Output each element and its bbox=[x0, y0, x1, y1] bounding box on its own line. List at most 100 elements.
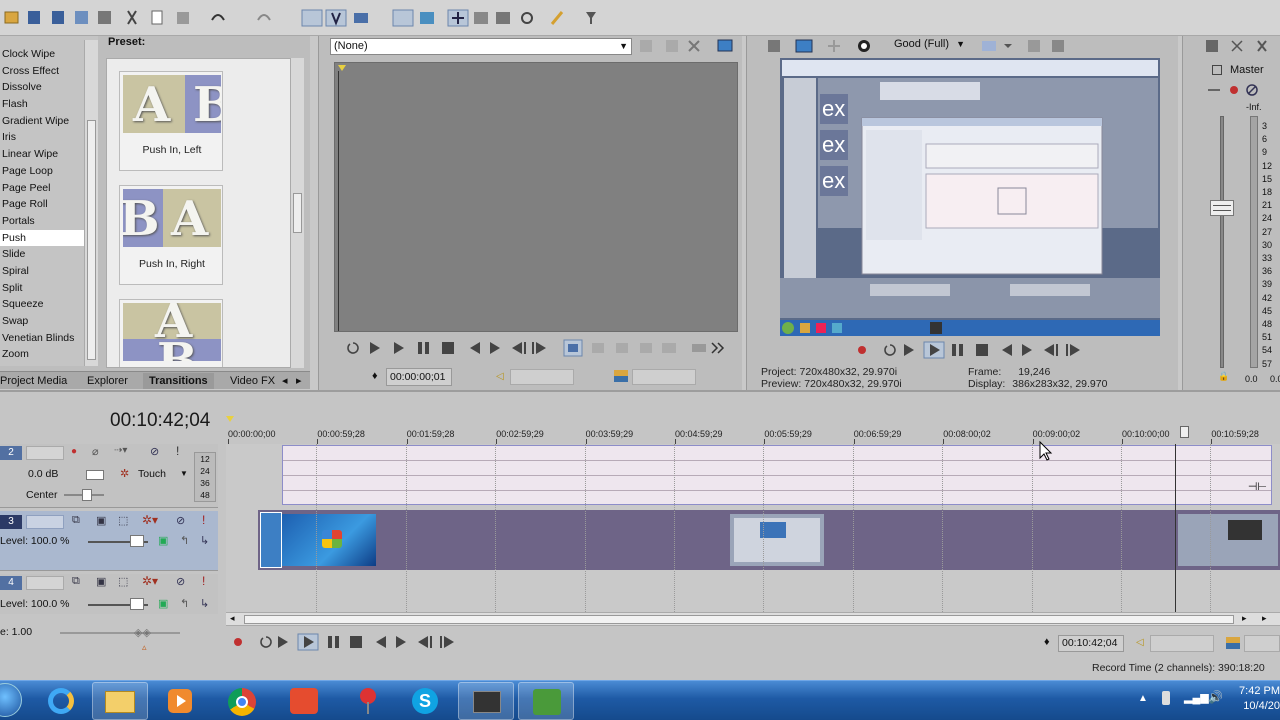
timeline-transport[interactable] bbox=[228, 632, 468, 652]
network-icon[interactable]: ▂▄▆ bbox=[1184, 691, 1209, 704]
preset-letter: B bbox=[157, 333, 198, 361]
fade-handle-icon[interactable]: ⊣⊢ bbox=[1248, 480, 1267, 493]
make-parent-icon[interactable]: ↰ bbox=[180, 597, 189, 610]
mute-icon[interactable]: ⊘ bbox=[176, 514, 185, 527]
battery-icon[interactable] bbox=[1162, 691, 1170, 705]
tab-scroll-left-icon[interactable]: ◂ bbox=[282, 373, 288, 389]
volume-icon[interactable]: 🔊 bbox=[1208, 690, 1223, 704]
level-slider[interactable] bbox=[130, 598, 144, 610]
video-thumbnail-screen[interactable] bbox=[730, 514, 824, 566]
tab-scroll-right-icon[interactable]: ▸ bbox=[296, 373, 302, 389]
gear-icon[interactable]: ✲ bbox=[120, 467, 129, 480]
composite-child-icon[interactable]: ▣ bbox=[158, 597, 168, 610]
gear-icon[interactable]: ✲▾ bbox=[142, 574, 158, 588]
composite-icon[interactable]: ⧉ bbox=[72, 514, 80, 527]
video-thumbnail-windows[interactable] bbox=[282, 514, 376, 566]
chrome-icon[interactable] bbox=[214, 682, 270, 720]
timeline-time-display[interactable]: 00:10:42;04 bbox=[1058, 635, 1124, 652]
video-event-track[interactable] bbox=[258, 510, 1280, 570]
scroll-left-icon[interactable]: ◂ bbox=[230, 613, 235, 624]
level-slider[interactable] bbox=[130, 535, 144, 547]
tab-project-media[interactable]: Project Media bbox=[0, 373, 67, 389]
rate-slider-handle[interactable]: ◈◈ bbox=[134, 626, 151, 639]
motion-icon[interactable]: ⬚ bbox=[118, 514, 128, 527]
transition-list-scrollbar[interactable] bbox=[84, 40, 98, 366]
timeline-horizontal-scrollbar[interactable]: ◂ ▸ ▸ bbox=[226, 612, 1280, 626]
pushpin-app-icon[interactable] bbox=[340, 682, 396, 720]
master-controls[interactable] bbox=[1206, 82, 1262, 98]
record-arm-icon[interactable]: ● bbox=[71, 446, 77, 457]
file-explorer-icon[interactable] bbox=[92, 682, 148, 720]
track-name-field[interactable] bbox=[26, 515, 64, 529]
make-child-icon[interactable]: ↳ bbox=[200, 534, 209, 547]
track-name-field[interactable] bbox=[26, 576, 64, 590]
media-player-icon[interactable] bbox=[152, 682, 208, 720]
vegas-pro-icon[interactable] bbox=[518, 682, 574, 720]
track-header-video-4[interactable]: 4 ⧉ ▣ ⬚ ✲▾ ⊘ ! Level: 100.0 % ▣ ↰ ↳ bbox=[0, 574, 218, 614]
playhead-handle[interactable] bbox=[1180, 426, 1189, 438]
preview-transport[interactable] bbox=[850, 340, 1090, 360]
start-orb-icon[interactable] bbox=[0, 683, 22, 717]
trimmer-time-display[interactable]: 00:00:00;01 bbox=[386, 368, 452, 386]
preview-toolbar-left[interactable] bbox=[764, 38, 890, 54]
master-toolbar[interactable] bbox=[1196, 38, 1280, 54]
trimmer-toolbar-icons[interactable] bbox=[638, 38, 738, 54]
trimmer-length-field[interactable] bbox=[632, 369, 696, 385]
track-number: 4 bbox=[0, 576, 22, 590]
fx-icon[interactable]: ⌀ bbox=[92, 445, 99, 458]
trimmer-in-field[interactable] bbox=[510, 369, 574, 385]
skype-icon[interactable]: S bbox=[398, 682, 454, 720]
mute-icon[interactable]: ⊘ bbox=[150, 445, 159, 458]
media-tool-icon[interactable] bbox=[458, 682, 514, 720]
meter-label: 12 bbox=[200, 454, 210, 464]
system-clock[interactable]: 7:42 PM 10/4/20 bbox=[1236, 684, 1280, 714]
audio-event[interactable]: ⊣⊢ bbox=[282, 445, 1272, 505]
trimmer-screen[interactable] bbox=[334, 62, 738, 332]
volume-slider[interactable] bbox=[86, 470, 104, 480]
solo-icon[interactable]: ! bbox=[202, 574, 205, 588]
preset-push-in-right[interactable]: B A Push In, Right bbox=[119, 185, 223, 285]
tab-explorer[interactable]: Explorer bbox=[87, 373, 128, 389]
master-fader-handle[interactable] bbox=[1210, 200, 1234, 216]
pan-slider[interactable] bbox=[82, 489, 92, 501]
fx-icon[interactable]: ▣ bbox=[96, 514, 106, 527]
lock-icon[interactable]: 🔒 bbox=[1218, 371, 1229, 382]
gear-icon[interactable]: ✲▾ bbox=[142, 513, 158, 527]
make-parent-icon[interactable]: ↰ bbox=[180, 534, 189, 547]
automation-icon[interactable]: ⇢▾ bbox=[114, 445, 127, 456]
fx-icon[interactable]: ▣ bbox=[96, 575, 106, 588]
selection-start-field[interactable] bbox=[1150, 635, 1214, 652]
trimmer-source-select[interactable]: (None) ▼ bbox=[330, 38, 632, 55]
preview-quality-select[interactable]: Good (Full) ▼ bbox=[894, 38, 965, 50]
solo-icon[interactable]: ! bbox=[202, 513, 205, 527]
preset-push-in-left[interactable]: A B Push In, Left bbox=[119, 71, 223, 171]
project-label: Project: bbox=[761, 366, 797, 378]
solo-icon[interactable]: ! bbox=[176, 444, 179, 458]
preview-toolbar-right[interactable] bbox=[978, 38, 1078, 54]
show-hidden-icons[interactable]: ▲ bbox=[1138, 693, 1148, 704]
make-child-icon[interactable]: ↳ bbox=[200, 597, 209, 610]
scroll-thumb[interactable] bbox=[244, 615, 1234, 624]
automation-mode[interactable]: Touch bbox=[138, 468, 166, 480]
preset-scrollbar[interactable] bbox=[290, 58, 304, 368]
selection-length-field[interactable] bbox=[1244, 635, 1280, 652]
chevron-down-icon[interactable]: ▼ bbox=[180, 469, 188, 478]
video-thumbnail-screen-2[interactable] bbox=[1178, 514, 1278, 566]
zoom-icon[interactable]: ▸ bbox=[1262, 613, 1267, 624]
internet-explorer-icon[interactable] bbox=[34, 682, 90, 720]
composite-child-icon[interactable]: ▣ bbox=[158, 534, 168, 547]
tab-transitions[interactable]: Transitions bbox=[143, 373, 214, 389]
transition-marker[interactable] bbox=[260, 512, 282, 568]
track-header-video-3[interactable]: 3 ⧉ ▣ ⬚ ✲▾ ⊘ ! Level: 100.0 % ▣ ↰ ↳ bbox=[0, 511, 218, 571]
track-header-audio[interactable]: 2 ● ⌀ ⇢▾ ⊘ ! 0.0 dB ✲ Touch ▼ Center 12 … bbox=[0, 444, 218, 508]
composite-icon[interactable]: ⧉ bbox=[72, 575, 80, 588]
tab-video-fx[interactable]: Video FX bbox=[230, 373, 275, 389]
preset-push-3[interactable]: A B bbox=[119, 299, 223, 367]
scroll-right-icon[interactable]: ▸ bbox=[1242, 613, 1247, 624]
motion-icon[interactable]: ⬚ bbox=[118, 575, 128, 588]
track-name-field[interactable] bbox=[26, 446, 64, 460]
trimmer-transport[interactable] bbox=[340, 338, 740, 358]
master-fx-icon[interactable] bbox=[1212, 65, 1222, 75]
mute-icon[interactable]: ⊘ bbox=[176, 575, 185, 588]
presentation-app-icon[interactable] bbox=[276, 682, 332, 720]
